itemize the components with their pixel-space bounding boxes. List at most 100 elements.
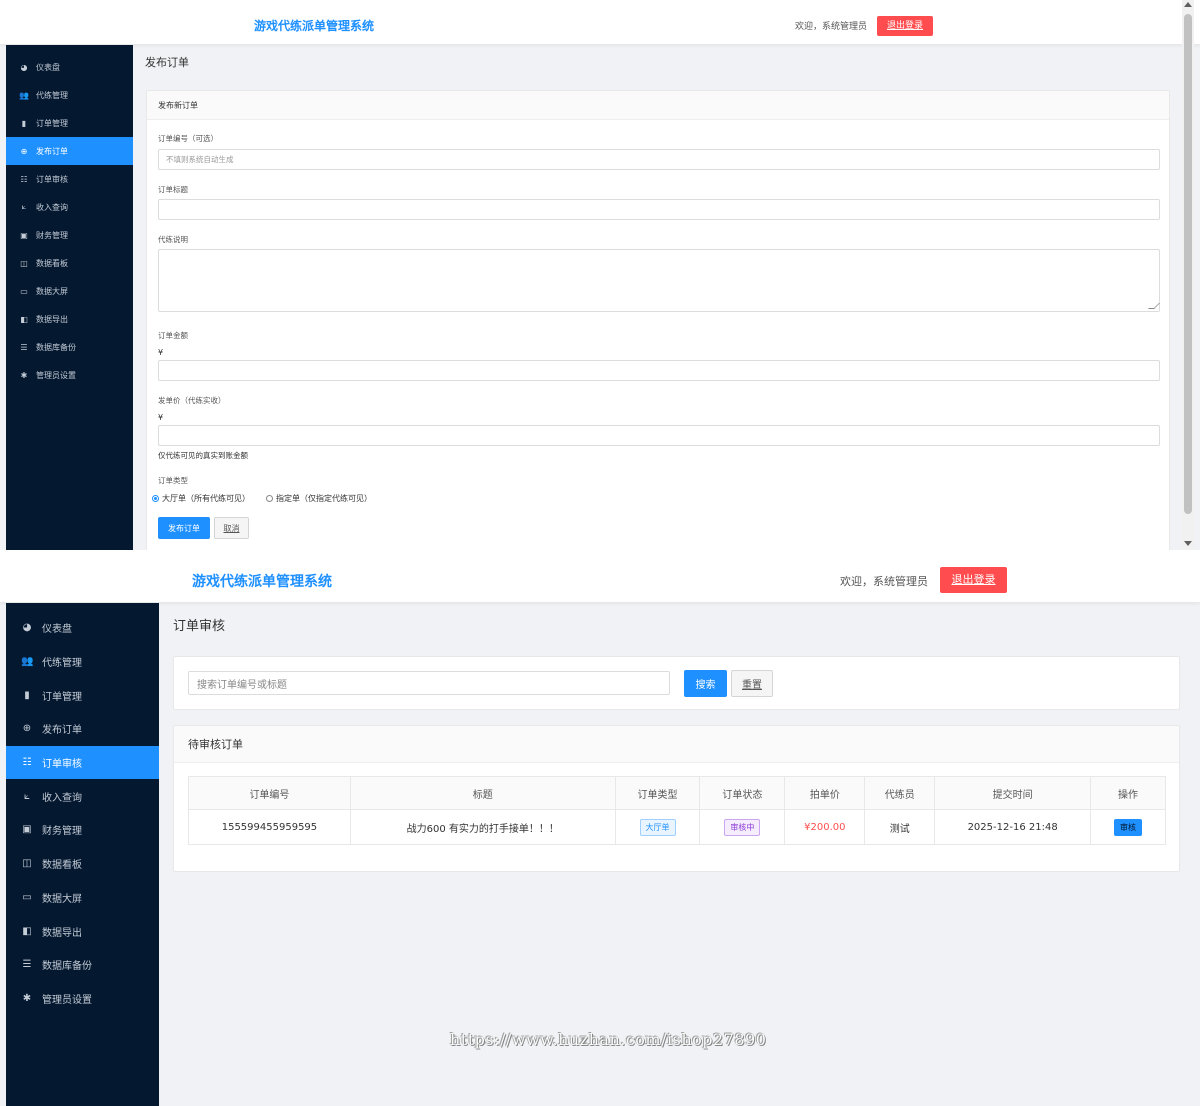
action-cell: 审核 (1090, 809, 1166, 845)
sidebar-item-big-screen[interactable]: ▭ 数据大屏 (6, 277, 133, 305)
file-export-icon: ◧ (20, 314, 28, 324)
column-header: 代练员 (864, 776, 936, 810)
welcome-text: 欢迎，系统管理员 (840, 575, 928, 588)
sidebar-item-admin-settings[interactable]: ✱ 管理员设置 (6, 982, 159, 1016)
column-header: 拍单价 (784, 776, 866, 810)
publish-form-card: 发布新订单 订单编号（可选） 不填则系统自动生成 订单标题 代练说明 订单金额 … (146, 90, 1170, 550)
sidebar-item-data-board[interactable]: ◫ 数据看板 (6, 249, 133, 277)
scroll-up-icon[interactable] (1184, 2, 1192, 7)
vertical-scrollbar[interactable] (1182, 0, 1194, 550)
watermark-text: https://www.huzhan.com/ishop27890 (450, 1030, 767, 1049)
chart-icon: ◫ (20, 258, 28, 268)
submit-order-button[interactable]: 发布订单 (158, 517, 210, 539)
order-review-screen: 游戏代练派单管理系统 欢迎，系统管理员 退出登录 ◕ 仪表盘 👥 代练管理 ▮ 订单管… (0, 558, 1200, 1106)
sidebar-item-label: 财务管理 (42, 826, 82, 838)
order-no-input[interactable]: 不填则系统自动生成 (158, 149, 1160, 170)
dispatch-price-hint: 仅代练可见的真实到账金额 (158, 451, 248, 460)
column-header: 操作 (1090, 776, 1166, 810)
review-button[interactable]: 审核 (1114, 818, 1143, 836)
desktop-icon: ▭ (20, 286, 28, 296)
sidebar-item-income[interactable]: ⟀ 收入查询 (6, 779, 159, 813)
pending-orders-card: 待审核订单 订单编号 标题 订单类型 订单状态 拍单价 代练员 提交时间 操作 … (173, 725, 1180, 872)
order-type-assigned-option[interactable]: 指定单（仅指定代练可见） (266, 493, 372, 504)
radio-checked[interactable] (152, 495, 159, 502)
brand-title: 游戏代练派单管理系统 (192, 574, 332, 590)
sidebar-item-label: 发布订单 (42, 725, 82, 737)
cancel-button[interactable]: 取消 (214, 517, 249, 539)
sidebar-item-label: 数据导出 (36, 314, 68, 324)
top-header: 游戏代练派单管理系统 欢迎，系统管理员 退出登录 (0, 0, 1200, 45)
logout-button[interactable]: 退出登录 (877, 16, 933, 36)
amount-label: 订单金额 (158, 331, 188, 340)
order-type-hall-option[interactable]: 大厅单（所有代练可见） (152, 493, 250, 504)
dispatch-price-input[interactable] (158, 425, 1160, 446)
sidebar-item-export[interactable]: ◧ 数据导出 (6, 914, 159, 948)
amount-currency: ¥ (158, 348, 164, 357)
order-type-badge: 大厅单 (639, 818, 676, 836)
users-icon: 👥 (21, 656, 34, 668)
radio-unchecked[interactable] (266, 495, 273, 502)
brand-title: 游戏代练派单管理系统 (254, 19, 375, 33)
sidebar-item-export[interactable]: ◧ 数据导出 (6, 305, 133, 333)
pending-orders-table: 订单编号 标题 订单类型 订单状态 拍单价 代练员 提交时间 操作 155599… (188, 776, 1166, 845)
sidebar-item-data-board[interactable]: ◫ 数据看板 (6, 847, 159, 881)
sidebar-item-label: 订单管理 (36, 118, 68, 128)
sidebar-item-big-screen[interactable]: ▭ 数据大屏 (6, 881, 159, 915)
order-type-label: 订单类型 (158, 476, 188, 485)
reset-button[interactable]: 重置 (731, 670, 773, 697)
description-textarea[interactable] (158, 249, 1160, 312)
table-header-row: 订单编号 标题 订单类型 订单状态 拍单价 代练员 提交时间 操作 (188, 776, 1166, 810)
sidebar-item-orders[interactable]: ▮ 订单管理 (6, 109, 133, 137)
sidebar-item-publish-order[interactable]: ⊕ 发布订单 (6, 712, 159, 746)
sidebar-item-admin-settings[interactable]: ✱ 管理员设置 (6, 361, 133, 389)
plus-circle-icon: ⊕ (20, 146, 28, 156)
dashboard-icon: ◕ (20, 62, 28, 72)
sidebar-item-label: 仪表盘 (42, 624, 72, 636)
table-row[interactable]: 155599455959595 战力600 有实力的打手接单！！！ 大厅单 审核… (188, 809, 1166, 845)
sidebar-item-label: 数据库备份 (42, 961, 92, 973)
sidebar-item-finance[interactable]: ▣ 财务管理 (6, 221, 133, 249)
amount-input[interactable] (158, 360, 1160, 381)
scroll-down-icon[interactable] (1184, 541, 1192, 546)
sidebar-item-label: 财务管理 (36, 230, 68, 240)
dispatch-price-currency: ¥ (158, 413, 164, 422)
resize-handle-icon[interactable] (1148, 303, 1160, 309)
sidebar-item-income[interactable]: ⟀ 收入查询 (6, 193, 133, 221)
sidebar-item-order-review[interactable]: ☷ 订单审核 (6, 165, 133, 193)
page-title: 订单审核 (173, 619, 226, 634)
sidebar-item-finance[interactable]: ▣ 财务管理 (6, 813, 159, 847)
sidebar: ◕ 仪表盘 👥 代练管理 ▮ 订单管理 ⊕ 发布订单 ☷ 订单审核 ⟀ 收入查询 ▣ 财务管理… (6, 603, 159, 1106)
sidebar-item-orders[interactable]: ▮ 订单管理 (6, 678, 159, 712)
search-input[interactable]: 搜索订单编号或标题 (188, 671, 670, 695)
sidebar-item-label: 仪表盘 (36, 62, 60, 72)
order-type-radio-group: 大厅单（所有代练可见） 指定单（仅指定代练可见） (152, 493, 388, 504)
sidebar-item-boosters[interactable]: 👥 代练管理 (6, 81, 133, 109)
scrollbar-thumb[interactable] (1184, 14, 1192, 514)
sidebar-item-label: 管理员设置 (36, 370, 76, 380)
sidebar-item-boosters[interactable]: 👥 代练管理 (6, 645, 159, 679)
sidebar-item-dashboard[interactable]: ◕ 仪表盘 (6, 611, 159, 645)
booster-cell: 测试 (864, 809, 936, 845)
sidebar-item-backup[interactable]: ☰ 数据库备份 (6, 948, 159, 982)
column-header: 提交时间 (934, 776, 1092, 810)
sidebar-item-label: 订单审核 (42, 759, 82, 771)
order-title-input[interactable] (158, 199, 1160, 220)
radio-label: 指定单（仅指定代练可见） (276, 494, 372, 503)
tasks-icon: ☷ (20, 174, 28, 184)
hand-holding-icon: ⟀ (24, 790, 30, 802)
order-status-cell: 审核中 (699, 809, 786, 845)
file-export-icon: ◧ (22, 925, 32, 937)
logout-button[interactable]: 退出登录 (940, 567, 1007, 593)
sidebar-item-order-review[interactable]: ☷ 订单审核 (6, 745, 159, 780)
sidebar-item-dashboard[interactable]: ◕ 仪表盘 (6, 53, 133, 81)
page-title: 发布订单 (145, 56, 189, 69)
sidebar-item-backup[interactable]: ☰ 数据库备份 (6, 333, 133, 361)
dispatch-price-label: 发单价（代练实收） (158, 396, 226, 405)
sidebar-item-label: 订单审核 (36, 174, 68, 184)
column-header: 订单编号 (188, 776, 351, 810)
sidebar-item-publish-order[interactable]: ⊕ 发布订单 (6, 137, 133, 165)
order-type-cell: 大厅单 (614, 809, 701, 845)
status-badge: 审核中 (724, 818, 761, 836)
search-button[interactable]: 搜索 (684, 670, 727, 697)
sidebar-item-label: 数据看板 (42, 860, 82, 872)
